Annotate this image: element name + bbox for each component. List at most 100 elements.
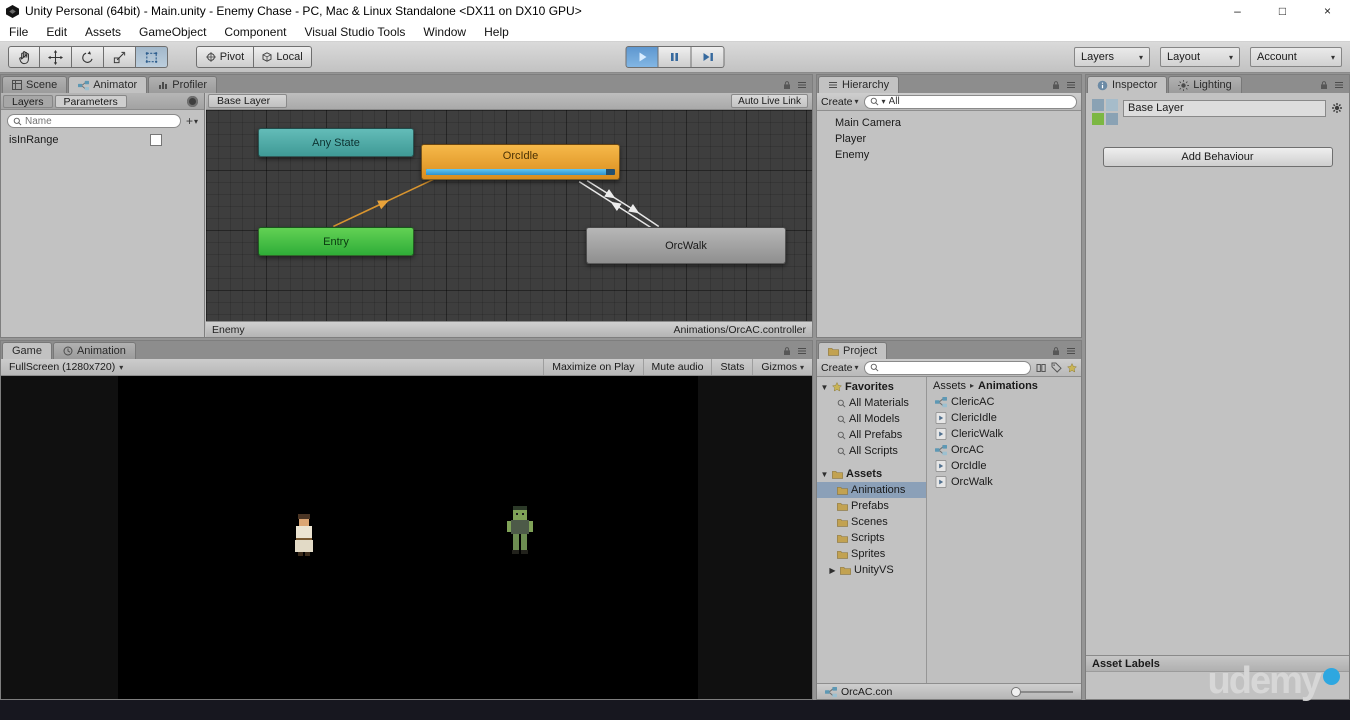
eye-icon[interactable] [187,95,198,107]
search-by-type-icon[interactable] [1036,363,1046,373]
state-node-any-state[interactable]: Any State [258,128,414,157]
gizmos-dropdown[interactable]: Gizmos ▾ [752,359,812,375]
breadcrumb-current[interactable]: Animations [978,380,1038,392]
lock-icon[interactable] [782,346,792,356]
favorite-all-models[interactable]: All Models [817,411,926,427]
menu-edit[interactable]: Edit [37,22,76,41]
tab-project[interactable]: Project [818,342,888,359]
folder-scenes[interactable]: Scenes [817,514,926,530]
favorites-star-icon[interactable] [1067,363,1077,373]
asset-orcwalk[interactable]: OrcWalk [927,474,1081,490]
step-button[interactable] [691,46,725,68]
parameter-row[interactable]: isInRange [1,131,204,149]
menu-file[interactable]: File [0,22,37,41]
foldout-caret-icon[interactable]: ▼ [820,383,829,392]
add-parameter-button[interactable]: + ▾ [186,114,198,128]
lock-icon[interactable] [1051,80,1061,90]
tab-menu-icon[interactable] [797,80,807,90]
folder-unityvs[interactable]: ▶ UnityVS [817,562,926,578]
hierarchy-search-input[interactable] [888,96,1071,107]
layer-name-field[interactable]: Base Layer [1123,100,1326,117]
hierarchy-search-box[interactable]: ▾ [863,94,1077,109]
tab-animator[interactable]: Animator [68,76,148,93]
gear-icon[interactable] [1331,102,1343,114]
lock-icon[interactable] [782,80,792,90]
maximize-button[interactable]: □ [1260,0,1305,22]
state-machine-canvas[interactable]: Any State OrcIdle Entry OrcWalk [206,110,812,321]
folder-sprites[interactable]: Sprites [817,546,926,562]
layout-dropdown[interactable]: Layout ▾ [1160,47,1240,67]
favorite-all-prefabs[interactable]: All Prefabs [817,427,926,443]
hierarchy-create-button[interactable]: Create ▾ [821,96,859,108]
tab-animation[interactable]: Animation [52,342,136,359]
slider-knob[interactable] [1011,686,1021,697]
scale-tool-button[interactable] [104,46,136,68]
rotate-tool-button[interactable] [72,46,104,68]
parameter-search-input[interactable] [25,115,175,127]
favorite-all-materials[interactable]: All Materials [817,395,926,411]
move-tool-button[interactable] [40,46,72,68]
folder-prefabs[interactable]: Prefabs [817,498,926,514]
menu-assets[interactable]: Assets [76,22,130,41]
foldout-caret-icon[interactable]: ▼ [820,470,829,479]
label-icon[interactable] [1051,362,1062,373]
parameter-checkbox[interactable] [150,134,162,146]
play-button[interactable] [625,46,659,68]
account-dropdown[interactable]: Account ▾ [1250,47,1342,67]
tab-menu-icon[interactable] [1066,346,1076,356]
menu-component[interactable]: Component [215,22,295,41]
asset-clericwalk[interactable]: ClericWalk [927,426,1081,442]
base-layer-breadcrumb[interactable]: Base Layer [208,94,288,108]
project-create-button[interactable]: Create ▾ [821,362,859,374]
local-toggle-button[interactable]: Local [254,46,312,68]
menu-help[interactable]: Help [475,22,518,41]
project-search-box[interactable] [863,360,1031,375]
pause-button[interactable] [658,46,692,68]
tab-hierarchy[interactable]: Hierarchy [818,76,900,93]
asset-clericac[interactable]: ClericAC [927,394,1081,410]
layers-dropdown[interactable]: Layers ▾ [1074,47,1150,67]
tab-layers[interactable]: Layers [3,94,53,108]
menu-gameobject[interactable]: GameObject [130,22,215,41]
aspect-ratio-dropdown[interactable]: FullScreen (1280x720) ▾ [1,359,131,375]
game-view-canvas[interactable] [1,376,812,699]
pivot-toggle-button[interactable]: Pivot [196,46,254,68]
menu-visual-studio-tools[interactable]: Visual Studio Tools [295,22,414,41]
project-zoom-slider[interactable] [1011,686,1073,697]
tab-menu-icon[interactable] [1066,80,1076,90]
favorite-all-scripts[interactable]: All Scripts [817,443,926,459]
folder-scripts[interactable]: Scripts [817,530,926,546]
minimize-button[interactable]: – [1215,0,1260,22]
state-node-orcidle[interactable]: OrcIdle [421,144,620,180]
lock-icon[interactable] [1051,346,1061,356]
tab-lighting[interactable]: Lighting [1168,76,1242,93]
asset-orcidle[interactable]: OrcIdle [927,458,1081,474]
assets-root[interactable]: ▼ Assets [817,466,926,482]
rect-tool-button[interactable] [136,46,168,68]
favorites-root[interactable]: ▼ Favorites [817,379,926,395]
menu-window[interactable]: Window [414,22,475,41]
tab-profiler[interactable]: Profiler [148,76,218,93]
mute-audio-button[interactable]: Mute audio [642,359,712,375]
stats-button[interactable]: Stats [711,359,752,375]
hierarchy-item-player[interactable]: Player [817,131,1081,147]
tab-game[interactable]: Game [2,342,52,359]
breadcrumb-assets[interactable]: Assets [933,380,966,392]
hierarchy-item-main-camera[interactable]: Main Camera [817,115,1081,131]
state-node-entry[interactable]: Entry [258,227,414,256]
maximize-on-play-button[interactable]: Maximize on Play [543,359,642,375]
lock-icon[interactable] [1319,80,1329,90]
auto-live-link-button[interactable]: Auto Live Link [731,94,808,108]
parameter-search-box[interactable] [7,114,181,128]
tab-menu-icon[interactable] [797,346,807,356]
add-behaviour-button[interactable]: Add Behaviour [1102,147,1333,167]
tab-scene[interactable]: Scene [2,76,68,93]
state-node-orcwalk[interactable]: OrcWalk [586,227,786,264]
tab-parameters[interactable]: Parameters [54,94,127,108]
tab-menu-icon[interactable] [1334,80,1344,90]
asset-orcac[interactable]: OrcAC [927,442,1081,458]
hierarchy-item-enemy[interactable]: Enemy [817,147,1081,163]
tab-inspector[interactable]: Inspector [1087,76,1168,93]
asset-clericidle[interactable]: ClericIdle [927,410,1081,426]
foldout-caret-icon[interactable]: ▶ [828,566,837,575]
